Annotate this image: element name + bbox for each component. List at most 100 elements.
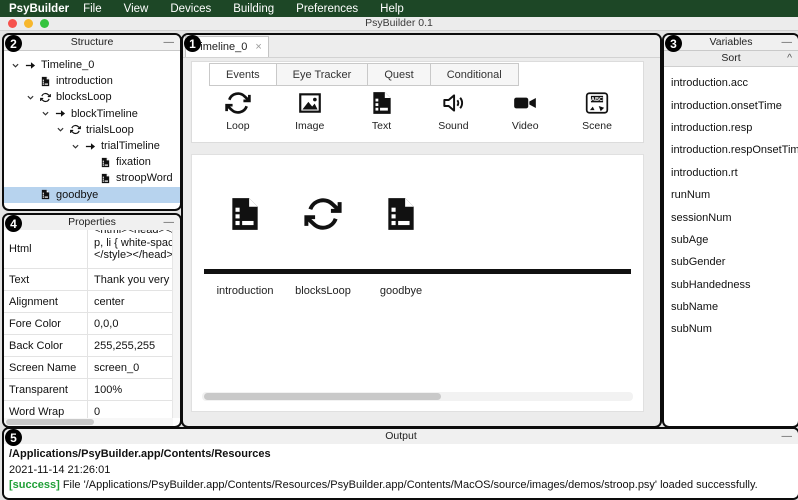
tree-item-trialTimeline[interactable]: trialTimeline bbox=[4, 138, 180, 154]
minimize-icon[interactable]: — bbox=[164, 215, 175, 230]
tree-item-blockTimeline[interactable]: blockTimeline bbox=[4, 106, 180, 122]
component-label: Video bbox=[512, 120, 539, 132]
timeline-arrow-icon bbox=[83, 141, 98, 152]
variable-item[interactable]: subNum bbox=[664, 318, 798, 340]
chevron-down-icon[interactable] bbox=[23, 93, 38, 102]
tree-item-fixation[interactable]: fixation bbox=[4, 154, 180, 170]
tab-quest[interactable]: Quest bbox=[367, 63, 430, 86]
tree-item-Timeline_0[interactable]: Timeline_0 bbox=[4, 57, 180, 73]
minimize-icon[interactable]: — bbox=[782, 429, 793, 444]
success-message-text: File '/Applications/PsyBuilder.app/Conte… bbox=[60, 479, 758, 491]
property-value[interactable]: Thank you very m bbox=[88, 269, 180, 290]
timeline-item-blocksLoop[interactable] bbox=[284, 195, 362, 238]
timeline-hscrollbar[interactable] bbox=[202, 392, 633, 401]
structure-panel-header: Structure — bbox=[4, 35, 180, 51]
tab-events[interactable]: Events bbox=[209, 63, 277, 86]
menu-item-view[interactable]: View bbox=[124, 3, 149, 15]
properties-panel-header: Properties — bbox=[4, 215, 180, 231]
text-item-icon bbox=[98, 157, 113, 168]
editor-content: EventsEye TrackerQuestConditional Loop I… bbox=[185, 59, 658, 424]
property-value[interactable]: center bbox=[88, 291, 180, 312]
annotation-badge-2: 2 bbox=[5, 35, 22, 52]
minimize-icon[interactable]: — bbox=[164, 35, 175, 50]
minimize-icon[interactable]: — bbox=[782, 35, 793, 50]
component-loop[interactable]: Loop bbox=[206, 88, 270, 132]
property-name: Html bbox=[4, 230, 88, 268]
tab-conditional[interactable]: Conditional bbox=[430, 63, 519, 86]
component-scene[interactable]: ABC Scene bbox=[565, 88, 629, 132]
tree-item-stroopWord[interactable]: stroopWord bbox=[4, 170, 180, 186]
property-value[interactable]: 100% bbox=[88, 379, 180, 400]
tree-item-goodbye[interactable]: goodbye bbox=[4, 187, 180, 203]
annotation-badge-1: 1 bbox=[184, 35, 201, 52]
variable-item[interactable]: introduction.onsetTime bbox=[664, 94, 798, 116]
variable-item[interactable]: introduction.acc bbox=[664, 72, 798, 94]
variable-item[interactable]: subHandedness bbox=[664, 274, 798, 296]
editor-panel: 1 Timeline_0 × EventsEye TrackerQuestCon… bbox=[181, 33, 662, 428]
minimize-button[interactable] bbox=[24, 19, 33, 28]
property-value[interactable]: 0,0,0 bbox=[88, 313, 180, 334]
menu-item-help[interactable]: Help bbox=[380, 3, 404, 15]
component-label: Scene bbox=[582, 120, 612, 132]
chevron-down-icon[interactable] bbox=[68, 142, 83, 151]
menu-item-preferences[interactable]: Preferences bbox=[296, 3, 358, 15]
property-row-back-color: Back Color255,255,255 bbox=[4, 335, 180, 357]
chevron-up-icon[interactable]: ^ bbox=[787, 51, 792, 66]
variables-list: introduction.accintroduction.onsetTimein… bbox=[664, 67, 798, 341]
variable-item[interactable]: subName bbox=[664, 296, 798, 318]
close-icon[interactable]: × bbox=[255, 41, 261, 53]
variable-item[interactable]: introduction.rt bbox=[664, 162, 798, 184]
menu-item-building[interactable]: Building bbox=[233, 3, 274, 15]
tree-item-trialsLoop[interactable]: trialsLoop bbox=[4, 122, 180, 138]
component-image[interactable]: Image bbox=[278, 88, 342, 132]
chevron-down-icon[interactable] bbox=[53, 125, 68, 134]
window-title: PsyBuilder 0.1 bbox=[0, 17, 798, 30]
menu-item-file[interactable]: File bbox=[83, 3, 102, 15]
tab-eye-tracker[interactable]: Eye Tracker bbox=[276, 63, 369, 86]
variable-item[interactable]: sessionNum bbox=[664, 206, 798, 228]
property-row-fore-color: Fore Color0,0,0 bbox=[4, 313, 180, 335]
tree-item-introduction[interactable]: introduction bbox=[4, 73, 180, 89]
tree-item-label: fixation bbox=[116, 156, 151, 168]
menu-item-devices[interactable]: Devices bbox=[170, 3, 211, 15]
tree-item-blocksLoop[interactable]: blocksLoop bbox=[4, 89, 180, 105]
toolbox-tabs: EventsEye TrackerQuestConditional bbox=[210, 63, 519, 86]
variable-item[interactable]: subGender bbox=[664, 251, 798, 273]
component-label: Text bbox=[372, 120, 391, 132]
variable-item[interactable]: subAge bbox=[664, 229, 798, 251]
property-value[interactable]: 255,255,255 bbox=[88, 335, 180, 356]
output-panel: 5 Output — /Applications/PsyBuilder.app/… bbox=[2, 427, 798, 500]
variable-item[interactable]: introduction.resp bbox=[664, 117, 798, 139]
variable-item[interactable]: runNum bbox=[664, 184, 798, 206]
tree-item-label: blockTimeline bbox=[71, 108, 138, 120]
annotation-badge-4: 4 bbox=[5, 215, 22, 232]
maximize-button[interactable] bbox=[40, 19, 49, 28]
property-value[interactable]: screen_0 bbox=[88, 357, 180, 378]
chevron-down-icon[interactable] bbox=[38, 109, 53, 118]
property-value[interactable]: <html><head></hp, li { white-space</styl… bbox=[88, 230, 180, 268]
sort-header[interactable]: Sort ^ bbox=[664, 51, 798, 67]
tree-item-label: introduction bbox=[56, 75, 113, 87]
property-row-alignment: Alignmentcenter bbox=[4, 291, 180, 313]
text-icon bbox=[226, 195, 264, 238]
sound-icon bbox=[440, 88, 466, 118]
timeline-item-introduction[interactable] bbox=[206, 195, 284, 238]
properties-hscrollbar[interactable] bbox=[4, 418, 173, 426]
property-name: Back Color bbox=[4, 335, 88, 356]
component-text[interactable]: Text bbox=[350, 88, 414, 132]
component-video[interactable]: Video bbox=[493, 88, 557, 132]
variable-item[interactable]: introduction.respOnsetTime bbox=[664, 139, 798, 161]
property-row-transparent: Transparent100% bbox=[4, 379, 180, 401]
chevron-down-icon[interactable] bbox=[8, 61, 23, 70]
menu-items: File View Devices Building Preferences Help bbox=[83, 3, 426, 15]
properties-vscrollbar[interactable] bbox=[172, 230, 180, 418]
component-sound[interactable]: Sound bbox=[421, 88, 485, 132]
property-name: Word Wrap bbox=[4, 401, 88, 418]
scrollbar-thumb[interactable] bbox=[204, 393, 441, 400]
timeline-item-goodbye[interactable] bbox=[362, 195, 440, 238]
menu-app-name[interactable]: PsyBuilder bbox=[9, 3, 69, 15]
property-value[interactable]: 0 bbox=[88, 401, 180, 418]
text-item-icon bbox=[38, 189, 53, 200]
close-button[interactable] bbox=[8, 19, 17, 28]
scrollbar-thumb[interactable] bbox=[6, 419, 94, 425]
